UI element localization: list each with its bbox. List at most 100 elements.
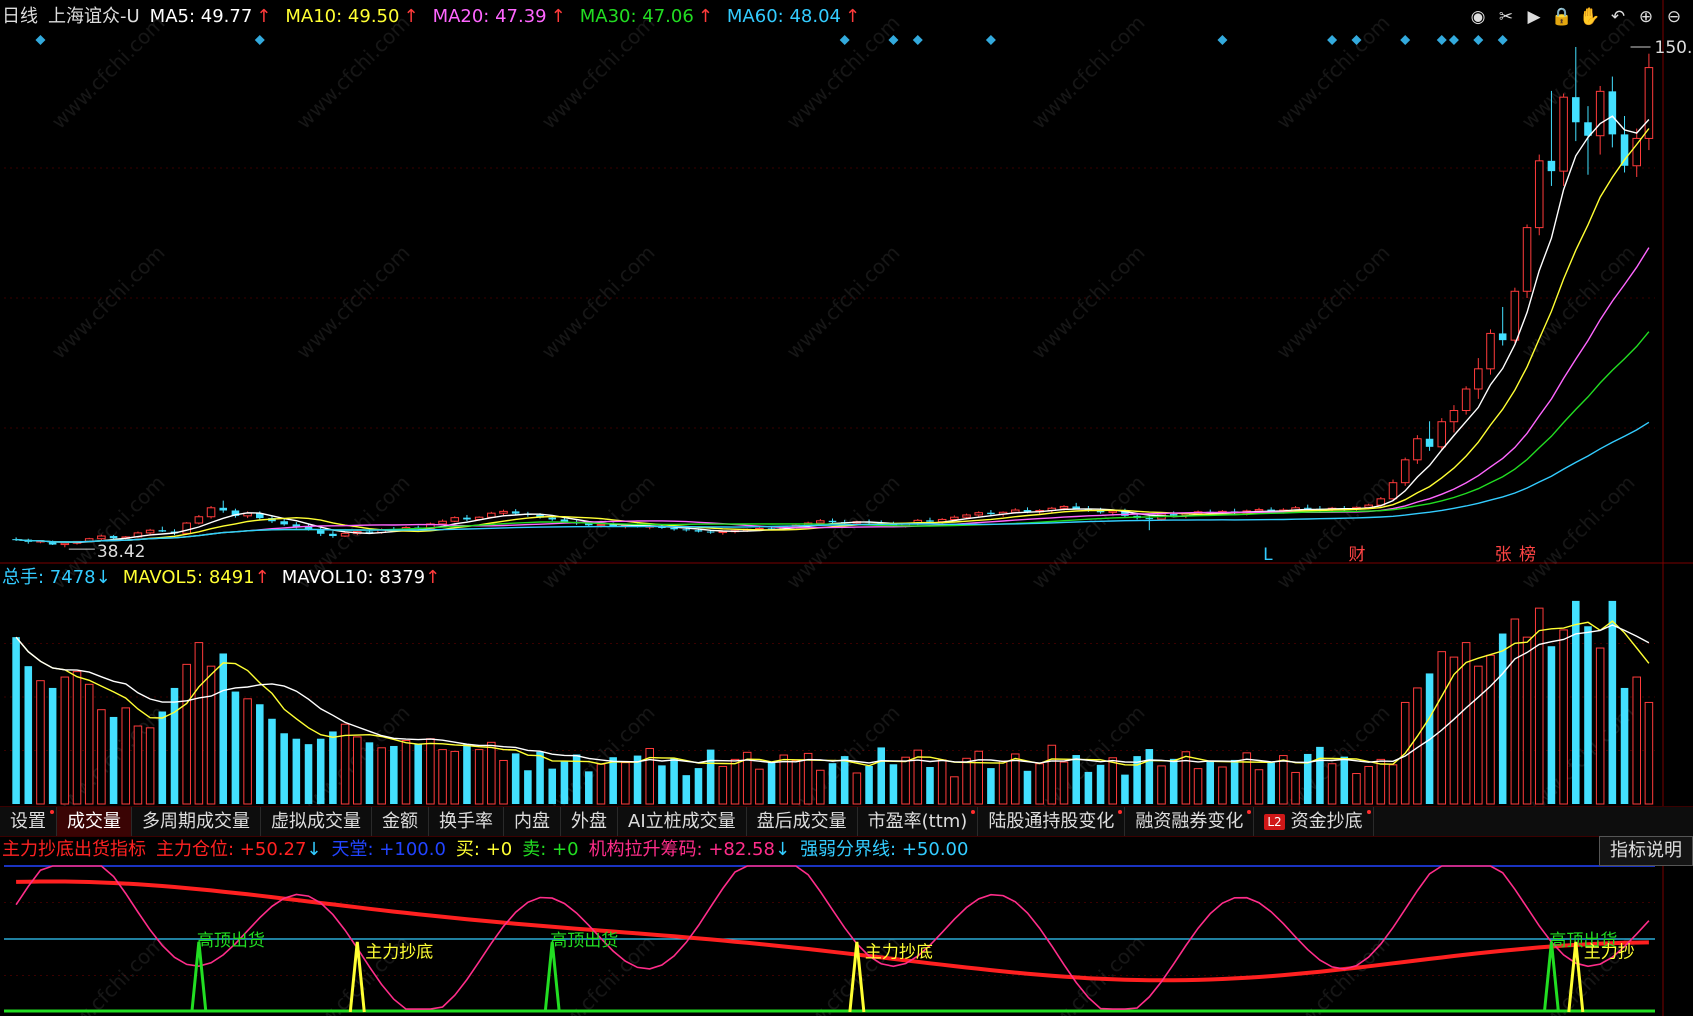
tab-13[interactable]: L2 资金抄底 (1254, 807, 1374, 836)
tab-0[interactable]: 设置 (0, 807, 57, 836)
tab-9[interactable]: 盘后成交量 (747, 807, 858, 836)
volume-bar (1181, 751, 1191, 805)
tab-10[interactable]: 市盈率(ttm) (858, 807, 979, 836)
volume-bar (316, 738, 325, 804)
watermark-text: www.cfchi.com (1272, 241, 1395, 364)
indicator-value: 卖: +0 (522, 839, 579, 860)
tab-label: 外盘 (571, 811, 607, 832)
tab-5[interactable]: 换手率 (429, 807, 504, 836)
watermark-text: www.cfchi.com (1517, 241, 1640, 364)
volume-bar (803, 752, 813, 805)
period-label[interactable]: 日线 (2, 6, 38, 28)
volume-bar (901, 756, 910, 805)
signal-spike-0 (190, 941, 208, 1013)
candle-body (1108, 510, 1118, 513)
indicator-explain-button[interactable]: 指标说明 (1599, 836, 1693, 866)
volume-bar (1632, 676, 1641, 805)
volume-bar (353, 736, 362, 805)
volume-bar (1230, 759, 1239, 804)
volume-bar (1364, 765, 1373, 805)
volume-bar (524, 770, 532, 804)
tab-7[interactable]: 外盘 (561, 807, 618, 836)
volume-bar (1035, 763, 1044, 805)
volume-bar (170, 687, 179, 804)
play-icon[interactable]: ▶ (1523, 6, 1545, 28)
candle-body (1559, 96, 1568, 172)
tab-dot (50, 810, 54, 814)
volume-value: 总手: 7478 (2, 567, 96, 588)
tab-label: 金额 (382, 811, 418, 832)
volume-bar (1547, 646, 1556, 804)
candle-body (1425, 438, 1434, 447)
tab-label: 虚拟成交量 (271, 811, 361, 832)
volume-bar (1218, 766, 1227, 805)
volume-bar (1498, 633, 1507, 804)
volume-bar (121, 707, 131, 805)
tab-6[interactable]: 内盘 (504, 807, 561, 836)
scissors-icon[interactable]: ✂ (1495, 6, 1517, 28)
volume-bar (609, 757, 617, 804)
candle-body (340, 532, 350, 537)
volume-bar (84, 683, 94, 805)
watermark-text: www.cfchi.com (47, 241, 170, 364)
volume-bar (1206, 761, 1215, 804)
volume-bar (755, 768, 764, 805)
lock-icon[interactable]: 🔒 (1551, 6, 1573, 28)
watermark-text: www.cfchi.com (47, 931, 170, 1016)
volume-layer (12, 600, 1654, 805)
chart-canvas[interactable]: www.cfchi.com www.cfchi.com www.cfchi.com w… (0, 0, 1693, 1016)
watermark-text: www.cfchi.com (1027, 241, 1150, 364)
ma-readout-1: MA5: 49.77 ↑ (150, 6, 276, 28)
ma-arrow: ↑ (697, 6, 713, 27)
candle-body (1303, 507, 1312, 509)
volume-bar (1340, 756, 1349, 804)
volume-bar (1388, 764, 1398, 805)
tab-8[interactable]: AI立桩成交量 (618, 807, 747, 836)
volume-bar (48, 687, 57, 804)
indicator-readout-7: 强弱分界线: +50.00 (800, 839, 968, 861)
candle-body (1547, 160, 1556, 172)
volume-bar (1242, 752, 1252, 805)
tab-11[interactable]: 陆股通持股变化 (978, 807, 1126, 836)
tab-label: 陆股通持股变化 (988, 811, 1115, 832)
hand-icon[interactable]: ✋ (1579, 6, 1601, 28)
volume-bar (730, 758, 740, 805)
volume-bar (585, 771, 593, 804)
tab-3[interactable]: 虚拟成交量 (261, 807, 372, 836)
signal-label-0: 高顶出货 (197, 931, 265, 951)
tab-4[interactable]: 金额 (372, 807, 429, 836)
volume-bar (694, 768, 703, 804)
indicator-value: 主力抄底出货指标 (2, 839, 146, 860)
ma-value: MA5: 49.77 (149, 6, 253, 27)
ma-readout-2: MA10: 49.50 ↑ (285, 6, 422, 28)
candle-body (682, 529, 691, 531)
candle-body (1072, 506, 1080, 509)
tab-2[interactable]: 多周期成交量 (132, 807, 261, 836)
tab-1[interactable]: 成交量 (57, 807, 132, 836)
ma-arrow: ↑ (403, 6, 419, 27)
ma-arrow: ↑ (550, 6, 566, 27)
eye-icon[interactable]: ◉ (1467, 6, 1489, 28)
volume-bar (706, 749, 715, 804)
tab-dot (1366, 810, 1371, 814)
low-price-label: 38.42 (97, 542, 146, 562)
volume-bar (658, 765, 666, 804)
volume-bar (1254, 769, 1264, 805)
zoom-out-icon[interactable]: ⊖ (1663, 6, 1685, 28)
ma-value: MA10: 49.50 (285, 6, 400, 27)
watermark-text: www.cfchi.com (292, 11, 415, 134)
zoom-in-icon[interactable]: ⊕ (1635, 6, 1657, 28)
volume-bar (365, 742, 374, 804)
undo-icon[interactable]: ↶ (1607, 6, 1629, 28)
candle-body (1474, 368, 1483, 390)
volume-bar (1121, 774, 1129, 804)
volume-bar (1474, 665, 1483, 805)
candle-body (438, 520, 447, 525)
tab-12[interactable]: 融资融券变化 (1125, 807, 1255, 836)
candle-body (1011, 509, 1020, 513)
event-diamond (1217, 35, 1228, 45)
volume-bar (1376, 758, 1386, 805)
candle-body (499, 510, 508, 514)
volume-bar (816, 769, 825, 805)
signal-label-1: 主力抄底 (365, 943, 433, 963)
